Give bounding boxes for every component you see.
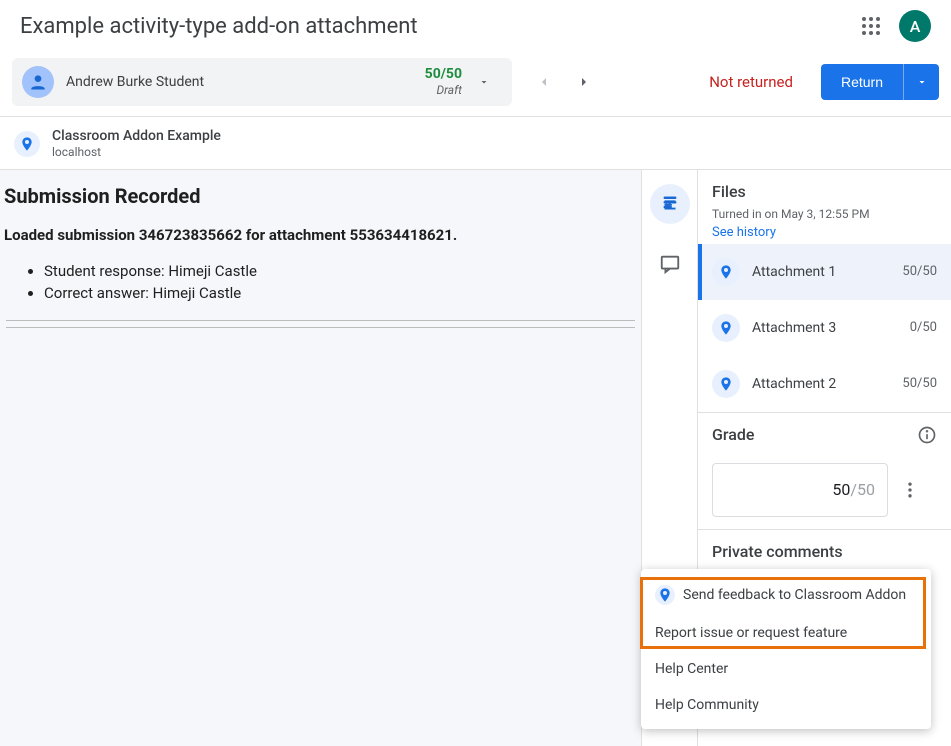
file-item[interactable]: Attachment 2 50/50 — [698, 356, 951, 412]
see-history-link[interactable]: See history — [712, 225, 937, 240]
addon-icon — [655, 585, 675, 605]
menu-report-issue[interactable]: Report issue or request feature — [641, 615, 931, 651]
menu-item-label: Send feedback to Classroom Addon — [683, 587, 906, 603]
grade-max: /50 — [850, 480, 875, 499]
file-score: 50/50 — [902, 264, 937, 279]
file-name: Attachment 1 — [752, 264, 890, 280]
addon-title: Classroom Addon Example — [52, 127, 221, 145]
menu-item-label: Help Center — [655, 661, 728, 677]
file-score: 50/50 — [902, 376, 937, 391]
submission-heading: Submission Recorded — [4, 184, 637, 208]
files-heading: Files — [712, 182, 937, 201]
submission-loaded-text: Loaded submission 346723835662 for attac… — [4, 226, 637, 244]
prev-student-button[interactable] — [536, 74, 552, 90]
next-student-button[interactable] — [576, 74, 592, 90]
user-avatar[interactable]: A — [899, 10, 931, 42]
return-button[interactable]: Return — [821, 64, 903, 100]
addon-icon — [14, 131, 40, 157]
menu-item-label: Report issue or request feature — [655, 625, 847, 641]
grade-input[interactable]: 50/50 — [712, 463, 888, 517]
grade-heading: Grade — [712, 425, 754, 444]
files-turnedin: Turned in on May 3, 12:55 PM — [712, 207, 937, 221]
tab-files[interactable] — [650, 184, 690, 224]
submission-response: Student response: Himeji Castle — [44, 262, 637, 280]
return-status: Not returned — [709, 73, 793, 91]
apps-icon[interactable] — [859, 14, 883, 38]
file-icon — [712, 314, 740, 342]
student-score: 50/50 — [425, 66, 462, 83]
submission-panel: Submission Recorded Loaded submission 34… — [0, 170, 641, 746]
chevron-down-icon[interactable] — [478, 76, 502, 88]
file-icon — [712, 370, 740, 398]
file-icon — [712, 258, 740, 286]
submission-correct: Correct answer: Himeji Castle — [44, 284, 637, 302]
return-more-button[interactable] — [903, 64, 939, 100]
file-name: Attachment 2 — [752, 376, 890, 392]
file-item[interactable]: Attachment 1 50/50 — [698, 244, 951, 300]
grade-value: 50 — [832, 480, 850, 499]
file-name: Attachment 3 — [752, 320, 898, 336]
page-title: Example activity-type add-on attachment — [20, 14, 418, 39]
student-name: Andrew Burke Student — [66, 74, 204, 90]
divider — [6, 320, 635, 328]
file-score: 0/50 — [910, 320, 937, 335]
draft-label: Draft — [436, 83, 462, 97]
help-menu: Send feedback to Classroom Addon Report … — [641, 569, 931, 729]
info-icon[interactable] — [917, 425, 937, 445]
file-item[interactable]: Attachment 3 0/50 — [698, 300, 951, 356]
menu-help-center[interactable]: Help Center — [641, 651, 931, 687]
menu-help-community[interactable]: Help Community — [641, 687, 931, 723]
tab-comments[interactable] — [650, 244, 690, 284]
menu-send-feedback[interactable]: Send feedback to Classroom Addon — [641, 575, 931, 615]
student-selector[interactable]: Andrew Burke Student 50/50 Draft — [12, 58, 512, 106]
student-avatar-icon — [22, 66, 54, 98]
private-comments-heading: Private comments — [712, 542, 937, 561]
menu-item-label: Help Community — [655, 697, 759, 713]
grade-more-icon[interactable] — [900, 480, 920, 500]
addon-host: localhost — [52, 145, 221, 161]
